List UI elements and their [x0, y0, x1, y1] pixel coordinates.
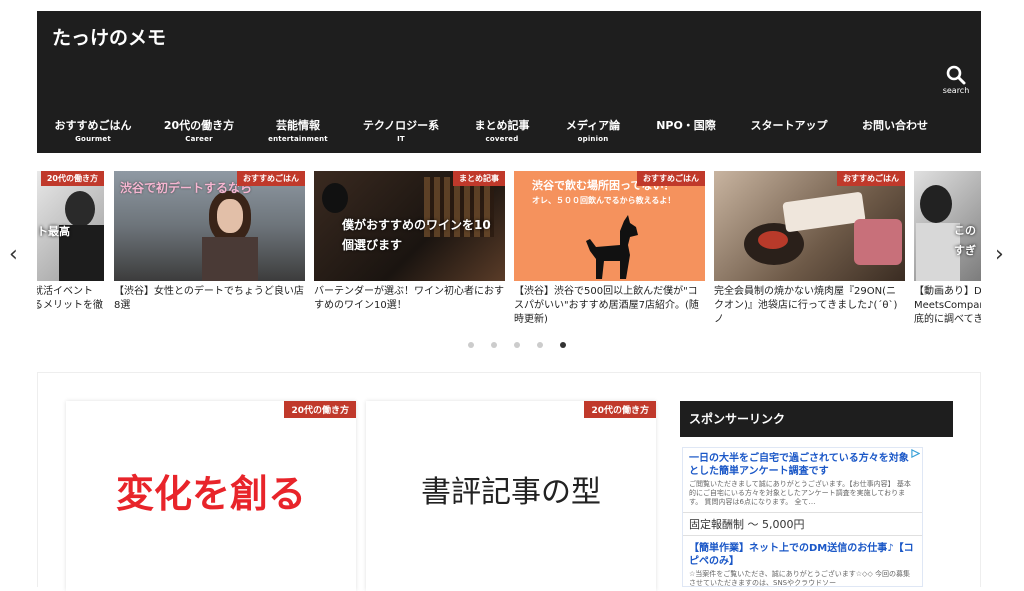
- nav-item-sublabel: opinion: [577, 135, 609, 143]
- slider-dot[interactable]: [514, 342, 521, 348]
- slide-caption: 【動画あり】D MeetsCompar 底的に調べてき: [914, 286, 981, 325]
- nav-item-sublabel: Gourmet: [75, 135, 111, 143]
- nav-item-contact[interactable]: お問い合わせ: [839, 117, 951, 133]
- slide-thumbnail: おすすめごはん: [714, 171, 905, 281]
- nav-item-npo[interactable]: NPO・国際: [630, 117, 742, 133]
- nav-item-sublabel: entertainment: [268, 135, 328, 143]
- slide-overlay-subtext: オレ、５００回飲んでるから教えるよ！: [532, 196, 676, 205]
- ad-price: 固定報酬制 〜 5,000円: [683, 512, 922, 536]
- slider-dot-active[interactable]: [560, 342, 567, 348]
- slide-item[interactable]: ト最高 20代の働き方 就活イベント るメリットを徹: [37, 171, 104, 329]
- category-badge: まとめ記事: [453, 171, 505, 186]
- slide-caption: 完全会員制の焼かない焼肉屋『29ON(ニクオン)』池袋店に行ってきました♪(´θ…: [714, 286, 898, 325]
- nav-item-label: スタートアップ: [750, 119, 828, 132]
- slide-item[interactable]: 渋谷で飲む場所困ってない？ オレ、５００回飲んでるから教えるよ！ おすすめごはん…: [514, 171, 705, 329]
- nav-item-startup[interactable]: スタートアップ: [733, 117, 845, 133]
- nav-item-label: NPO・国際: [656, 119, 716, 132]
- slide-item[interactable]: おすすめごはん 完全会員制の焼かない焼肉屋『29ON(ニクオン)』池袋店に行って…: [714, 171, 905, 329]
- slide-caption: 【渋谷】女性とのデートでちょうど良い店8選: [114, 286, 304, 311]
- slide-caption: 就活イベント るメリットを徹: [37, 286, 103, 311]
- search-label: search: [942, 86, 970, 95]
- slider-dot[interactable]: [468, 342, 474, 348]
- slide-thumbnail: 渋谷で飲む場所困ってない？ オレ、５００回飲んでるから教えるよ！ おすすめごはん: [514, 171, 705, 281]
- category-badge: 20代の働き方: [40, 171, 104, 186]
- slide-overlay-text: この すぎ: [954, 224, 976, 257]
- article-card-title: 変化を創る: [115, 472, 306, 516]
- slide-item[interactable]: この すぎ 【動画あり】D MeetsCompar 底的に調べてき: [914, 171, 981, 329]
- featured-slider: ‹ › ト最高 20代の働き方 就活イベント るメリットを徹 渋谷で初デートする…: [0, 165, 1024, 350]
- ad-description: ☆当案件をご覧いただき、誠にありがとうございます☆◇◇ 今回の募集させていただき…: [689, 570, 911, 587]
- ad-headline[interactable]: 一日の大半をご自宅で過ごされている方々を対象とした簡単アンケート調査です: [683, 448, 922, 478]
- nav-item-label: テクノロジー系: [362, 119, 440, 132]
- nav-item-label: 20代の働き方: [163, 119, 235, 132]
- site-header: たっけのメモ search おすすめごはん Gourmet 20代の働き方 Ca…: [37, 11, 981, 153]
- chevron-left-icon: ‹: [9, 242, 18, 267]
- slide-overlay-text: ト最高: [37, 225, 70, 238]
- nav-item-career[interactable]: 20代の働き方 Career: [143, 117, 255, 143]
- slide-thumbnail: 渋谷で初デートするなら おすすめごはん: [114, 171, 305, 281]
- slider-dot[interactable]: [537, 342, 544, 348]
- slide-overlay-text: 僕がおすすめのワインを10個選びます: [342, 218, 491, 252]
- article-card[interactable]: 20代の働き方 変化を創る: [66, 401, 356, 591]
- slider-pagination: [468, 333, 578, 352]
- main-nav: おすすめごはん Gourmet 20代の働き方 Career 芸能情報 ente…: [37, 117, 981, 149]
- dog-illustration: [586, 215, 638, 279]
- nav-item-sublabel: Career: [185, 135, 213, 143]
- category-badge: 20代の働き方: [284, 401, 356, 418]
- nav-item-sublabel: IT: [397, 135, 405, 143]
- slide-item[interactable]: 僕がおすすめのワインを10個選びます まとめ記事 バーテンダーが選ぶ！ワイン初心…: [314, 171, 505, 329]
- category-badge: 20代の働き方: [584, 401, 656, 418]
- article-card[interactable]: 20代の働き方 書評記事の型: [366, 401, 656, 591]
- category-badge: おすすめごはん: [237, 171, 305, 186]
- ad-description: ご閲覧いただきまして誠にありがとうございます。【お仕事内容】 基本的にご自宅にい…: [689, 480, 911, 506]
- slide-item[interactable]: 渋谷で初デートするなら おすすめごはん 【渋谷】女性とのデートでちょうど良い店8…: [114, 171, 305, 329]
- slider-next-button[interactable]: ›: [995, 242, 1004, 267]
- slide-caption: 【渋谷】渋谷で500回以上飲んだ僕が"コスパがいい"おすすめ居酒屋7店紹介。(随…: [514, 286, 699, 325]
- nav-item-entertainment[interactable]: 芸能情報 entertainment: [242, 117, 354, 143]
- sidebar: スポンサーリンク 一日の大半をご自宅で過ごされている方々を対象とした簡単アンケー…: [680, 401, 953, 587]
- adchoices-icon[interactable]: [911, 449, 920, 458]
- slide-thumbnail: 僕がおすすめのワインを10個選びます まとめ記事: [314, 171, 505, 281]
- slider-prev-button[interactable]: ‹: [9, 242, 18, 267]
- slide-caption: バーテンダーが選ぶ！ワイン初心者におすすめのワイン10選！: [314, 286, 504, 311]
- category-badge: おすすめごはん: [637, 171, 705, 186]
- ad-headline[interactable]: 【簡単作業】ネット上でのDM送信のお仕事♪【コピペのみ】: [683, 538, 922, 568]
- article-card-title: 書評記事の型: [421, 475, 601, 510]
- slide-overlay-text: 渋谷で初デートするなら: [120, 181, 253, 195]
- category-badge: おすすめごはん: [837, 171, 905, 186]
- slider-dot[interactable]: [491, 342, 498, 348]
- sponsored-ad[interactable]: 一日の大半をご自宅で過ごされている方々を対象とした簡単アンケート調査です ご閲覧…: [682, 447, 923, 587]
- search-icon: [946, 65, 966, 85]
- site-title[interactable]: たっけのメモ: [52, 23, 166, 50]
- slide-thumbnail: ト最高 20代の働き方: [37, 171, 104, 281]
- sidebar-title: スポンサーリンク: [680, 401, 953, 437]
- chevron-right-icon: ›: [995, 242, 1004, 267]
- nav-item-gourmet[interactable]: おすすめごはん Gourmet: [37, 117, 149, 143]
- search-button[interactable]: search: [939, 65, 973, 95]
- nav-item-label: 芸能情報: [276, 119, 320, 132]
- slide-thumbnail: この すぎ: [914, 171, 981, 281]
- nav-item-label: お問い合わせ: [862, 119, 928, 132]
- nav-item-label: おすすめごはん: [54, 119, 132, 132]
- nav-item-it[interactable]: テクノロジー系 IT: [345, 117, 457, 143]
